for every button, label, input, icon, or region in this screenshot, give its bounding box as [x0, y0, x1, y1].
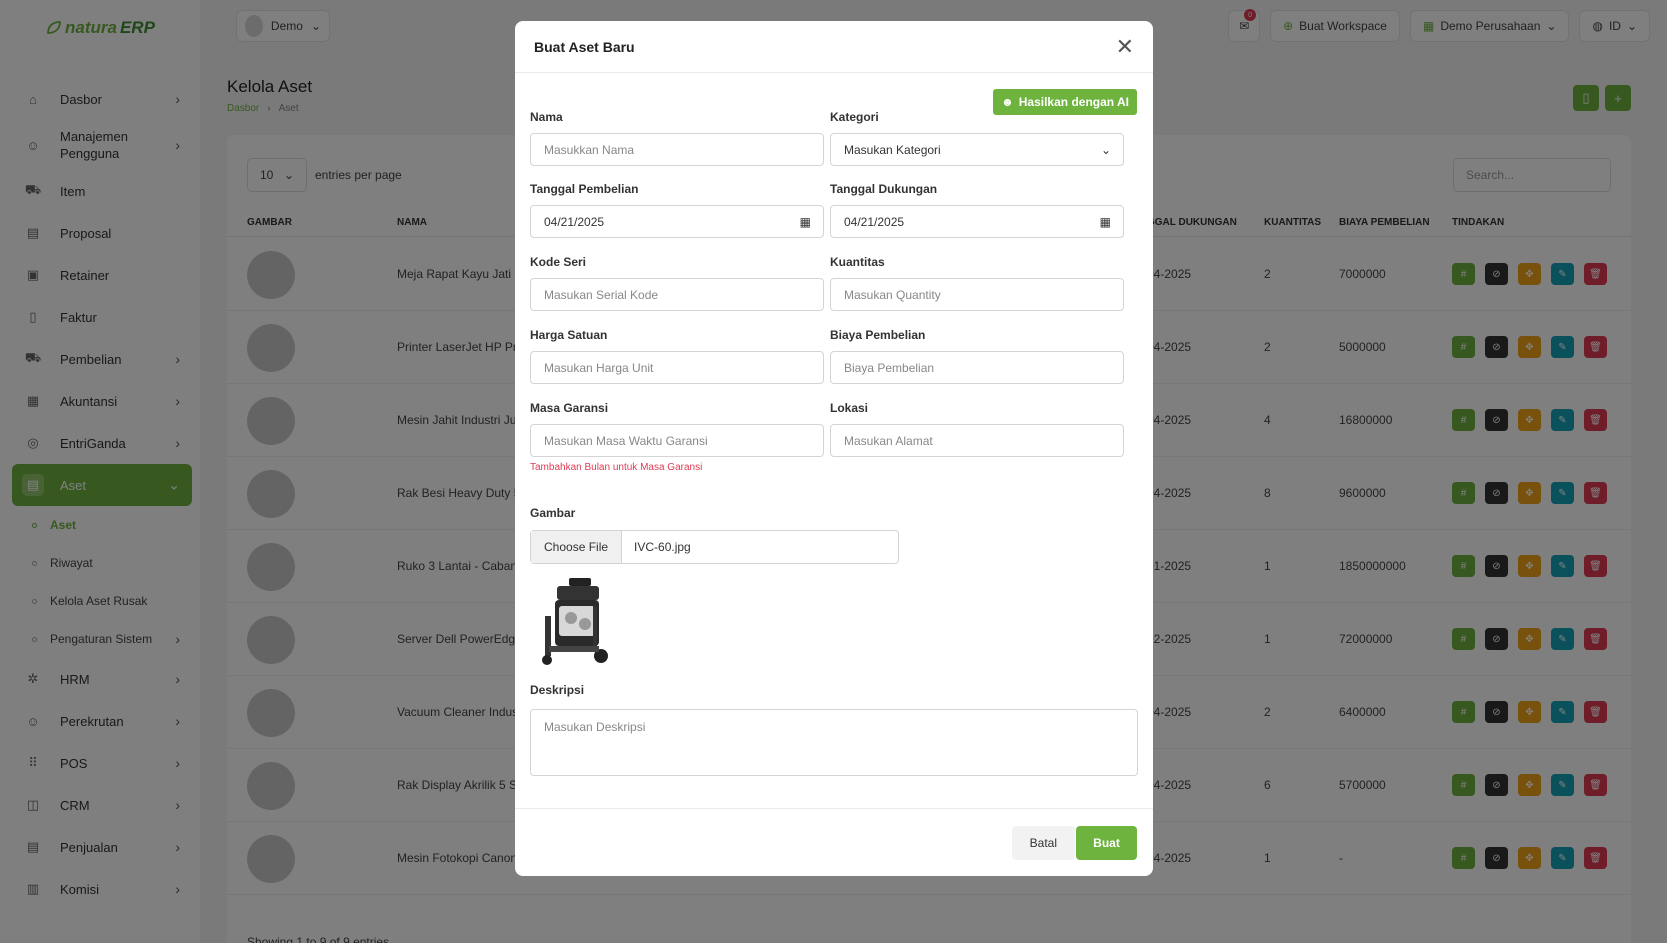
unit-price-input[interactable]: Masukan Harga Unit	[530, 351, 824, 384]
purchase-date-field-group: Tanggal Pembelian 04/21/2025 ▦	[530, 182, 824, 238]
robot-icon: ☻	[1001, 95, 1014, 109]
purchase-date-input[interactable]: 04/21/2025 ▦	[530, 205, 824, 238]
category-select[interactable]: Masukan Kategori ⌄	[830, 133, 1124, 166]
create-button[interactable]: Buat	[1076, 826, 1137, 860]
serial-input[interactable]: Masukan Serial Kode	[530, 278, 824, 311]
quantity-input[interactable]: Masukan Quantity	[830, 278, 1124, 311]
calendar-icon[interactable]: ▦	[1100, 215, 1111, 229]
serial-label: Kode Seri	[530, 255, 587, 269]
support-date-value: 04/21/2025	[844, 214, 905, 229]
choose-file-button[interactable]: Choose File	[531, 531, 623, 563]
unit-price-label: Harga Satuan	[530, 328, 608, 342]
close-icon[interactable]: ✕	[1116, 35, 1134, 58]
name-input[interactable]: Masukkan Nama	[530, 133, 824, 166]
cancel-button[interactable]: Batal	[1011, 826, 1075, 860]
image-field-group: Gambar	[530, 506, 824, 529]
warranty-hint: Tambahkan Bulan untuk Masa Garansi	[530, 462, 703, 473]
file-name: IVC-60.jpg	[634, 540, 691, 554]
location-label: Lokasi	[830, 401, 869, 415]
purchase-date-value: 04/21/2025	[544, 214, 605, 229]
unit-price-field-group: Harga Satuan Masukan Harga Unit	[530, 328, 824, 384]
calendar-icon[interactable]: ▦	[800, 215, 811, 229]
purchase-cost-input[interactable]: Biaya Pembelian	[830, 351, 1124, 384]
purchase-cost-label: Biaya Pembelian	[830, 328, 926, 342]
ai-button-label: Hasilkan dengan AI	[1018, 95, 1129, 109]
category-label: Kategori	[830, 110, 879, 124]
description-label: Deskripsi	[530, 683, 585, 697]
name-label: Nama	[530, 110, 563, 124]
support-date-input[interactable]: 04/21/2025 ▦	[830, 205, 1124, 238]
description-textarea[interactable]: Masukan Deskripsi	[530, 709, 1138, 776]
create-asset-modal: Buat Aset Baru ✕ ☻ Hasilkan dengan AI Na…	[515, 21, 1153, 876]
name-field-group: Nama Masukkan Nama	[530, 110, 824, 166]
support-date-label: Tanggal Dukungan	[830, 182, 938, 196]
description-field-group: Deskripsi	[530, 683, 824, 706]
serial-field-group: Kode Seri Masukan Serial Kode	[530, 255, 824, 311]
purchase-date-label: Tanggal Pembelian	[530, 182, 639, 196]
location-field-group: Lokasi Masukan Alamat	[830, 401, 1124, 457]
quantity-label: Kuantitas	[830, 255, 885, 269]
category-field-group: Kategori Masukan Kategori ⌄	[830, 110, 1124, 166]
image-preview	[542, 578, 608, 665]
modal-title: Buat Aset Baru	[534, 38, 635, 55]
warranty-input[interactable]: Masukan Masa Waktu Garansi	[530, 424, 824, 457]
category-value: Masukan Kategori	[844, 142, 941, 157]
image-label: Gambar	[530, 506, 576, 520]
purchase-cost-field-group: Biaya Pembelian Biaya Pembelian	[830, 328, 1124, 384]
warranty-label: Masa Garansi	[530, 401, 609, 415]
modal-header: Buat Aset Baru ✕	[515, 21, 1153, 73]
warranty-field-group: Masa Garansi Masukan Masa Waktu Garansi …	[530, 401, 824, 473]
image-file-input[interactable]: Choose File IVC-60.jpg	[530, 530, 899, 564]
support-date-field-group: Tanggal Dukungan 04/21/2025 ▦	[830, 182, 1124, 238]
modal-footer: Batal Buat	[515, 808, 1153, 876]
location-input[interactable]: Masukan Alamat	[830, 424, 1124, 457]
quantity-field-group: Kuantitas Masukan Quantity	[830, 255, 1124, 311]
chevron-down-icon: ⌄	[1100, 142, 1111, 157]
